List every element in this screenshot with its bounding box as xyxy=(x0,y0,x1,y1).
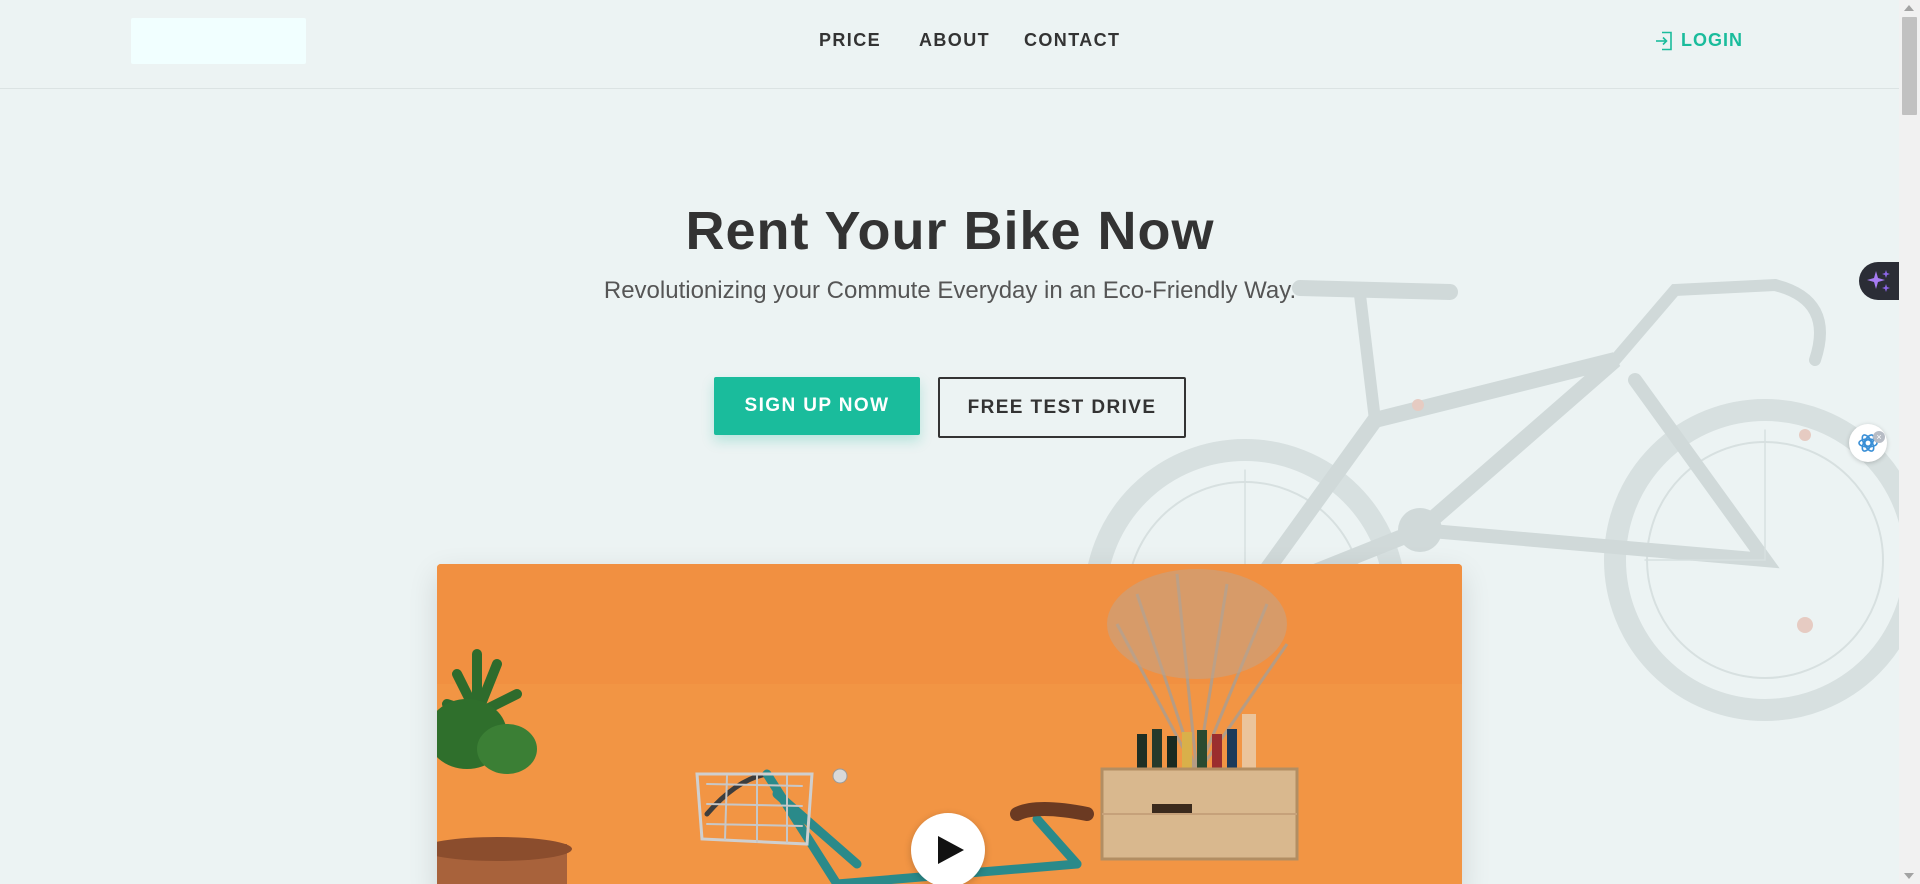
hero-subtitle: Revolutionizing your Commute Everyday in… xyxy=(603,277,1297,304)
free-test-drive-button[interactable]: FREE TEST DRIVE xyxy=(938,377,1186,438)
login-link[interactable]: LOGIN xyxy=(1655,30,1743,51)
page: PRICE ABOUT CONTACT LOGIN Rent Your Bike… xyxy=(0,0,1920,884)
vertical-scrollbar[interactable] xyxy=(1899,0,1920,884)
hero-title: Rent Your Bike Now xyxy=(685,201,1215,261)
hero-buttons: SIGN UP NOW FREE TEST DRIVE xyxy=(714,377,1186,438)
video-thumbnail[interactable] xyxy=(437,564,1462,884)
play-button[interactable] xyxy=(911,813,985,884)
play-icon xyxy=(938,836,964,864)
top-navbar: PRICE ABOUT CONTACT LOGIN xyxy=(0,0,1899,89)
ai-assistant-tab[interactable] xyxy=(1859,262,1899,300)
login-icon xyxy=(1655,31,1673,51)
wooden-crate xyxy=(1100,767,1299,861)
nav-link-about[interactable]: ABOUT xyxy=(919,30,1024,51)
close-icon[interactable]: × xyxy=(1873,431,1885,443)
nav-link-price[interactable]: PRICE xyxy=(819,30,919,51)
login-label: LOGIN xyxy=(1681,30,1743,50)
main-nav: PRICE ABOUT CONTACT xyxy=(819,30,1134,51)
scroll-thumb[interactable] xyxy=(1902,17,1917,115)
scroll-up-arrow-icon[interactable] xyxy=(1904,5,1914,11)
sparkle-icon xyxy=(1867,270,1890,292)
sign-up-button[interactable]: SIGN UP NOW xyxy=(714,377,920,435)
chatgpt-bubble[interactable] xyxy=(1849,424,1887,462)
logo[interactable] xyxy=(131,18,306,64)
scroll-down-arrow-icon[interactable] xyxy=(1904,873,1914,879)
nav-link-contact[interactable]: CONTACT xyxy=(1024,30,1134,51)
